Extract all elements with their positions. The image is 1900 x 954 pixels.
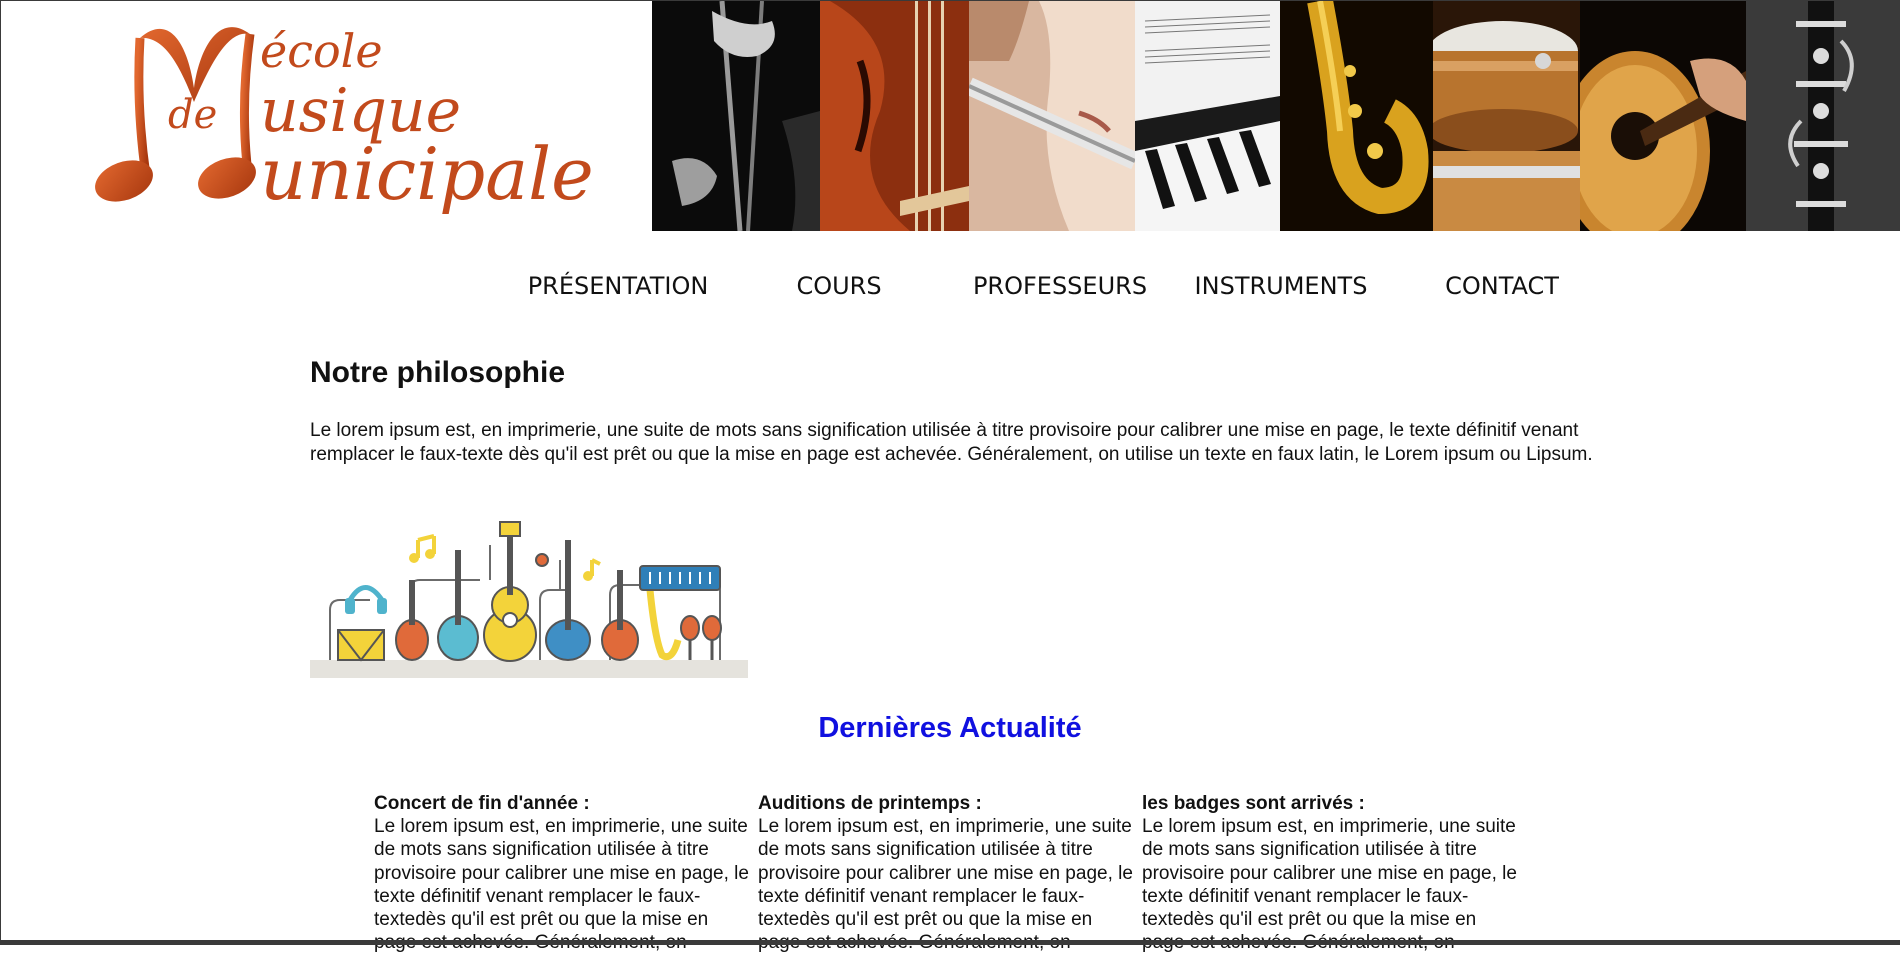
nav-item-contact[interactable]: CONTACT <box>1384 262 1620 310</box>
logo-word-de: de <box>168 92 218 138</box>
clarinet-photo <box>1746 1 1900 231</box>
nav-item-professeurs[interactable]: PROFESSEURS <box>942 262 1178 310</box>
news-item-heading: Concert de fin d'année : <box>374 793 590 814</box>
main-nav: PRÉSENTATION COURS PROFESSEURS INSTRUMEN… <box>500 262 1600 310</box>
nav-item-cours[interactable]: COURS <box>721 262 957 310</box>
site-logo[interactable]: école de usique unicipale <box>90 6 594 226</box>
news-item-heading: Auditions de printemps : <box>758 793 982 814</box>
logo-word-municipale: unicipale <box>260 132 594 216</box>
music-instruments-illustration <box>310 520 748 678</box>
news-item-body: Le lorem ipsum est, en imprimerie, une s… <box>758 816 1133 953</box>
guitar-photo <box>1580 1 1746 231</box>
saxophone-photo <box>1280 1 1433 231</box>
window-border-bottom <box>0 940 1900 945</box>
news-section-title: Dernières Actualité <box>818 712 1082 744</box>
news-item: Auditions de printemps : Le lorem ipsum … <box>758 792 1136 954</box>
news-item: Concert de fin d'année : Le lorem ipsum … <box>374 792 752 954</box>
drum-kit-photo <box>1433 1 1580 231</box>
logo-word-ecole: école <box>260 24 383 78</box>
piano-photo <box>1135 1 1280 231</box>
news-item-body: Le lorem ipsum est, en imprimerie, une s… <box>374 816 749 953</box>
nav-item-presentation[interactable]: PRÉSENTATION <box>500 262 736 310</box>
drumsticks-photo <box>652 1 820 231</box>
page-title: Notre philosophie <box>310 356 565 389</box>
site-header: école de usique unicipale <box>0 0 1900 232</box>
nav-item-instruments[interactable]: INSTRUMENTS <box>1163 262 1399 310</box>
news-item: les badges sont arrivés : Le lorem ipsum… <box>1142 792 1520 954</box>
news-item-body: Le lorem ipsum est, en imprimerie, une s… <box>1142 816 1517 953</box>
violin-photo <box>820 1 969 231</box>
instrument-photo-banner <box>652 1 1900 231</box>
intro-paragraph: Le lorem ipsum est, en imprimerie, une s… <box>310 420 1593 465</box>
flute-photo <box>969 1 1135 231</box>
news-item-heading: les badges sont arrivés : <box>1142 793 1365 814</box>
